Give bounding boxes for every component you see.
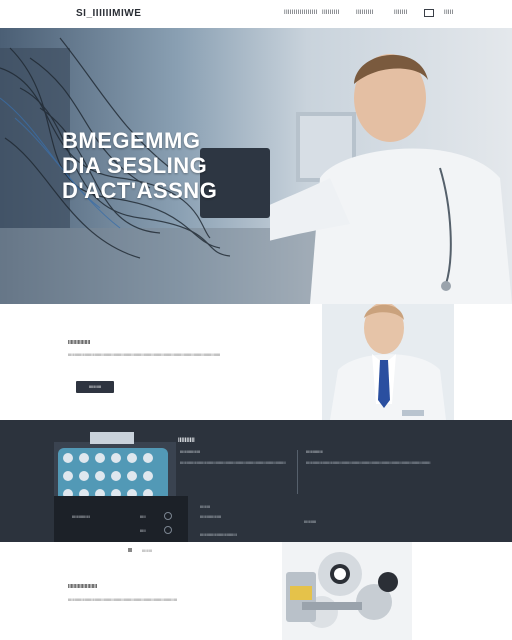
menu-icon[interactable] [424,9,434,17]
intro-text: IIIIIIIIIIIIIIIIIIIIIIIIIIIIIIIIIIIIIIII… [68,352,221,357]
strip-label-1: IIIIIIIIIIIIIIII [72,514,90,519]
bottom-caption: IIIIIIIII [128,548,152,553]
hero-title-line-2: DIA SESLING [62,153,208,178]
strip-label-2: IIIII [140,514,146,519]
feature-note-2: IIIIIIIIIIIIIIIIIII [200,514,222,519]
hero-title-line-3: D'ACT'ASSNG [62,178,218,203]
bottom-caption-text: IIIIIIIII [142,548,153,553]
feature-band: IIIIIIIIII IIIIIIIIIIIIIIIIII IIIIIIIIII… [0,420,512,542]
column-2-title: IIIIIIIIIIIIIII [306,449,323,454]
settings-icon[interactable] [164,526,172,534]
doctor-photo [322,304,454,420]
hero-banner: BMEGEMMG DIA SESLING D'ACT'ASSNG [0,28,512,304]
strip-label-3: IIIII [140,528,146,533]
dot-icon [128,548,132,552]
hero-title-line-1: BMEGEMMG [62,128,201,153]
feature-note-1: IIIIIIIII [200,504,211,509]
feature-strip: IIIIIIIIIIIIIIII IIIII IIIII [54,496,188,542]
technician-photo [270,54,512,304]
top-nav: SI_IIIIIIMIWE IIIIIIIIIIIIIIIII IIIIIIII… [0,0,512,28]
gears-illustration [282,542,412,640]
nav-link-4[interactable]: IIIIIII [394,10,408,16]
feature-note-3: IIIIIIIIIIIIIIIIIIIIIIIIIIIIIIIII [200,532,237,537]
column-divider [297,450,298,494]
intro-button[interactable]: IIIIIIIIIII [76,381,114,393]
column-2-text: IIIIIIIIIIIIIIIIIIIIIIIIIIIIIIIIIIIIIIII… [306,460,431,465]
doctor-illustration [322,304,454,420]
nav-link-2[interactable]: IIIIIIIII [322,10,340,16]
nav-link-3[interactable]: IIIIIIIII [356,10,374,16]
nav-link-1[interactable]: IIIIIIIIIIIIIIIII [284,10,317,16]
site-logo[interactable]: SI_IIIIIIMIWE [76,8,141,19]
bottom-text: IIIIIIIIIIIIIIIIIIIIIIIIIIIIIIIIIIIIIIII… [68,597,177,602]
feature-heading: IIIIIIIIII [178,438,195,444]
feature-note-4: IIIIIIIIIII [304,519,317,524]
hero-title: BMEGEMMG DIA SESLING D'ACT'ASSNG [62,128,217,203]
column-1-text: IIIIIIIIIIIIIIIIIIIIIIIIIIIIIIIIIIIIIIII… [180,460,286,465]
bottom-heading: IIIIIIIIIIIIIIIIIIIII [68,584,98,590]
bottom-section: IIIIIIIII IIIIIIIIIIIIIIIIIIIII IIIIIIII… [0,542,512,640]
chevron-icon[interactable] [164,512,172,520]
nav-link-5[interactable]: IIIII [444,10,454,16]
intro-section: IIIIIIIIIIIIIIII IIIIIIIIIIIIIIIIIIIIIII… [0,304,512,420]
column-1-title: IIIIIIIIIIIIIIIIII [180,449,201,454]
intro-heading: IIIIIIIIIIIIIIII [68,340,91,346]
